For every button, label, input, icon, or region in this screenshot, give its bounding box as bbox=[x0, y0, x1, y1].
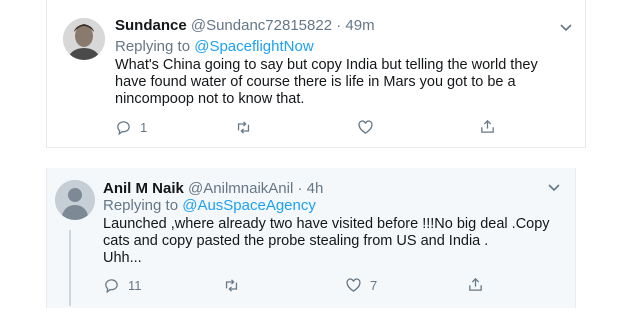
reply-button[interactable]: 11 bbox=[103, 276, 142, 294]
user-handle[interactable]: @AnilmnaikAnil bbox=[188, 180, 293, 197]
avatar[interactable] bbox=[55, 180, 95, 220]
replying-to-line: Replying to @SpaceflightNow bbox=[115, 38, 314, 55]
like-button[interactable] bbox=[357, 118, 382, 136]
reply-icon bbox=[105, 278, 118, 293]
replying-to-line: Replying to @AusSpaceAgency bbox=[103, 197, 316, 214]
tweet-card[interactable]: Sundance @Sundanc72815822 · 49m Replying… bbox=[46, 0, 586, 148]
avatar-photo bbox=[63, 18, 105, 60]
chevron-down-icon[interactable] bbox=[547, 180, 561, 194]
like-button[interactable]: 7 bbox=[345, 276, 377, 294]
share-button[interactable] bbox=[479, 117, 496, 135]
retweet-button[interactable] bbox=[223, 276, 248, 294]
tweet-header: Anil M Naik @AnilmnaikAnil · 4h bbox=[103, 180, 323, 197]
heart-icon bbox=[346, 277, 361, 292]
replying-to-label: Replying to bbox=[115, 38, 195, 55]
retweet-icon bbox=[225, 278, 238, 292]
timestamp[interactable]: 49m bbox=[345, 17, 374, 34]
separator-dot: · bbox=[336, 17, 342, 34]
user-handle[interactable]: @Sundanc72815822 bbox=[191, 17, 332, 34]
reply-icon bbox=[117, 120, 130, 135]
retweet-icon bbox=[237, 120, 250, 134]
share-button[interactable] bbox=[467, 275, 484, 293]
tweet-text: What's China going to say but copy India… bbox=[115, 57, 538, 107]
default-avatar-icon bbox=[55, 180, 95, 220]
replying-to-label: Replying to bbox=[103, 197, 183, 214]
share-icon bbox=[481, 119, 494, 133]
share-icon bbox=[469, 277, 482, 291]
tweet-text: Launched ,where already two have visited… bbox=[103, 216, 550, 266]
like-count: 7 bbox=[370, 277, 378, 293]
retweet-button[interactable] bbox=[235, 118, 260, 136]
tweet-card[interactable]: Anil M Naik @AnilmnaikAnil · 4h Replying… bbox=[46, 168, 576, 308]
tweet-header: Sundance @Sundanc72815822 · 49m bbox=[115, 17, 375, 34]
heart-icon bbox=[358, 119, 373, 134]
mention-link[interactable]: @SpaceflightNow bbox=[194, 38, 313, 55]
timestamp[interactable]: 4h bbox=[307, 180, 324, 197]
thread-connector bbox=[69, 230, 71, 306]
reply-button[interactable]: 1 bbox=[115, 118, 147, 136]
display-name[interactable]: Sundance bbox=[115, 17, 187, 34]
display-name[interactable]: Anil M Naik bbox=[103, 180, 184, 197]
avatar[interactable] bbox=[63, 18, 105, 60]
reply-count: 1 bbox=[140, 119, 148, 135]
reply-count: 11 bbox=[128, 277, 142, 293]
mention-link[interactable]: @AusSpaceAgency bbox=[182, 197, 316, 214]
chevron-down-icon[interactable] bbox=[559, 20, 573, 34]
separator-dot: · bbox=[297, 180, 303, 197]
